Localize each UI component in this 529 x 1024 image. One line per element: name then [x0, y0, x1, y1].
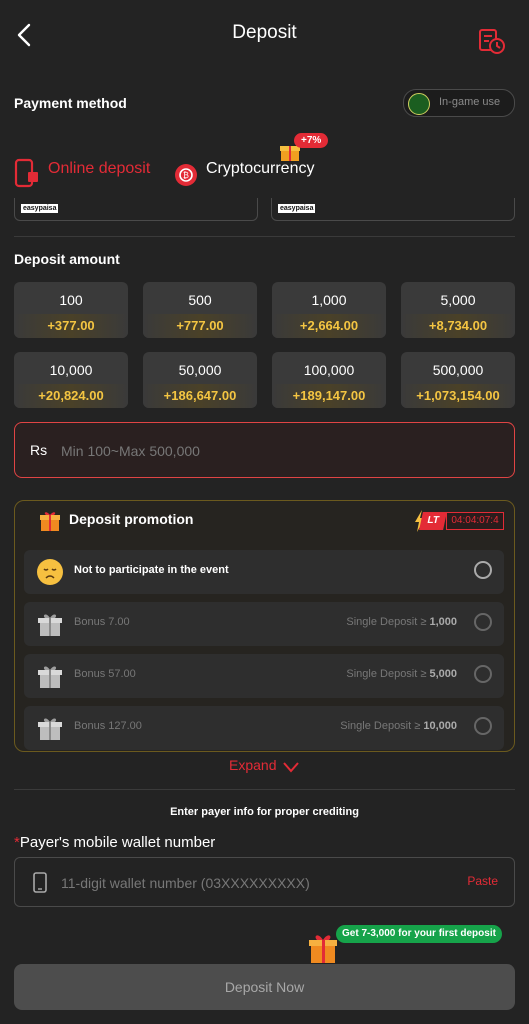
promotion-option[interactable]: Bonus 7.00 Single Deposit ≥ 1,000 [24, 602, 504, 646]
easypaisa-logo: easypaisa [21, 204, 59, 213]
gift-icon [38, 614, 62, 636]
wallet-input-box: Paste [14, 857, 515, 907]
crypto-coin-icon: ₿ [175, 164, 197, 186]
option-label: Bonus 57.00 [74, 668, 136, 680]
amount-bonus: +186,647.00 [143, 384, 257, 408]
amount-bonus: +377.00 [14, 314, 128, 338]
condition-value: 10,000 [423, 720, 457, 732]
option-label: Bonus 127.00 [74, 720, 142, 732]
sad-face-icon [37, 559, 63, 585]
amount-bonus: +8,734.00 [401, 314, 515, 338]
amount-option[interactable]: 100,000 +189,147.00 [272, 352, 386, 408]
amount-option[interactable]: 100 +377.00 [14, 282, 128, 338]
phone-icon [33, 872, 47, 893]
condition-prefix: Single Deposit ≥ [346, 668, 430, 680]
amount-option[interactable]: 50,000 +186,647.00 [143, 352, 257, 408]
expand-button[interactable]: Expand [229, 757, 276, 773]
amount-value: 5,000 [440, 292, 476, 308]
promotion-option[interactable]: Bonus 127.00 Single Deposit ≥ 10,000 [24, 706, 504, 750]
divider [14, 236, 515, 237]
first-deposit-badge: Get 7-3,000 for your first deposit [336, 925, 502, 943]
mobile-deposit-icon [14, 158, 38, 188]
radio-button[interactable] [474, 665, 492, 683]
option-condition: Single Deposit ≥ 1,000 [346, 616, 457, 628]
promotion-timer: LT 04:04:07:4 [415, 510, 504, 532]
chevron-down-icon[interactable] [283, 760, 299, 774]
radio-button[interactable] [474, 613, 492, 631]
deposit-now-button[interactable]: Deposit Now [14, 964, 515, 1010]
amount-value: 10,000 [49, 362, 93, 378]
countdown: 04:04:07:4 [446, 512, 504, 530]
amount-value: 500,000 [432, 362, 484, 378]
payment-method-card[interactable]: easypaisa [271, 198, 515, 221]
amount-option[interactable]: 500,000 +1,073,154.00 [401, 352, 515, 408]
option-condition: Single Deposit ≥ 5,000 [346, 668, 457, 680]
amount-bonus: +777.00 [143, 314, 257, 338]
option-label: Not to participate in the event [74, 564, 229, 576]
amount-option[interactable]: 500 +777.00 [143, 282, 257, 338]
easypaisa-logo: easypaisa [278, 204, 316, 213]
pakistan-flag-icon [408, 93, 430, 115]
condition-value: 1,000 [429, 616, 457, 628]
payer-info-note: Enter payer info for proper crediting [170, 806, 359, 818]
amount-value: 1,000 [311, 292, 347, 308]
radio-button[interactable] [474, 561, 492, 579]
page-title: Deposit [232, 22, 297, 43]
gift-icon [309, 935, 337, 963]
deposit-amount-label: Deposit amount [14, 251, 120, 267]
amount-value: 100 [59, 292, 83, 308]
amount-bonus: +2,664.00 [272, 314, 386, 338]
amount-input[interactable] [59, 437, 463, 465]
wallet-number-label: *Payer's mobile wallet number [14, 834, 215, 851]
amount-bonus: +1,073,154.00 [401, 384, 515, 408]
amount-value: 100,000 [303, 362, 355, 378]
option-condition: Single Deposit ≥ 10,000 [340, 720, 457, 732]
paste-button[interactable]: Paste [467, 874, 498, 888]
history-clock-icon[interactable] [478, 27, 506, 55]
payment-method-label: Payment method [14, 95, 127, 111]
amount-option[interactable]: 10,000 +20,824.00 [14, 352, 128, 408]
tab-online-deposit[interactable]: Online deposit [48, 160, 150, 178]
in-game-use-label: In-game use [439, 96, 501, 108]
divider [14, 789, 515, 790]
amount-bonus: +20,824.00 [14, 384, 128, 408]
condition-prefix: Single Deposit ≥ [346, 616, 430, 628]
amount-option[interactable]: 5,000 +8,734.00 [401, 282, 515, 338]
condition-value: 5,000 [429, 668, 457, 680]
option-label: Bonus 7.00 [74, 616, 130, 628]
amount-value: 50,000 [178, 362, 222, 378]
gift-icon [40, 512, 60, 531]
crypto-bonus-badge: +7% [294, 133, 329, 148]
amount-input-box: Rs [14, 422, 515, 478]
gift-icon [38, 718, 62, 740]
amount-value: 500 [188, 292, 212, 308]
promotion-option[interactable]: Bonus 57.00 Single Deposit ≥ 5,000 [24, 654, 504, 698]
promotion-option[interactable]: Not to participate in the event [24, 550, 504, 594]
currency-label: Rs [30, 442, 48, 458]
wallet-number-input[interactable] [59, 870, 443, 896]
gift-icon [38, 666, 62, 688]
condition-prefix: Single Deposit ≥ [340, 720, 424, 732]
in-game-use-toggle[interactable]: In-game use [403, 89, 515, 117]
wallet-label-text: Payer's mobile wallet number [19, 834, 216, 851]
svg-text:₿: ₿ [183, 171, 189, 180]
promotion-title: Deposit promotion [69, 511, 194, 527]
amount-option[interactable]: 1,000 +2,664.00 [272, 282, 386, 338]
payment-method-card[interactable]: easypaisa [14, 198, 258, 221]
amount-bonus: +189,147.00 [272, 384, 386, 408]
timer-tag: LT [419, 512, 447, 530]
radio-button[interactable] [474, 717, 492, 735]
